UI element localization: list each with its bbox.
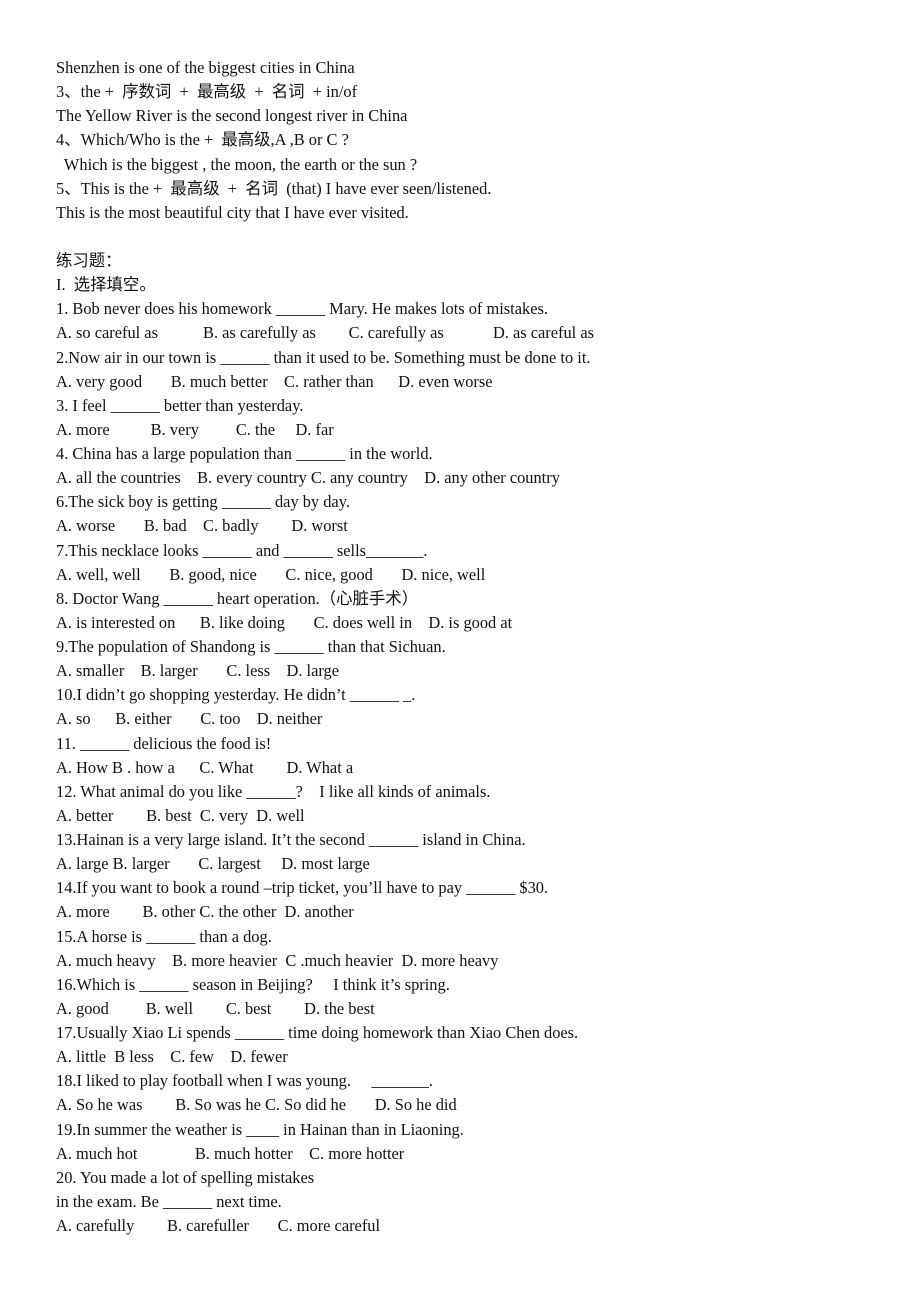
text-line: 14.If you want to book a round –trip tic… xyxy=(56,878,549,898)
text-line: 13.Hainan is a very large island. It’t t… xyxy=(56,830,526,849)
text-line: 18.I liked to play football when I was y… xyxy=(56,1071,433,1091)
text-line: A. all the countries B. every country C.… xyxy=(56,468,560,488)
text-line: A. very good B. much better C. rather th… xyxy=(56,371,493,391)
text-line: A. so careful as B. as carefully as C. c… xyxy=(56,323,594,343)
text-line: 3. I feel ______ better than yesterday. xyxy=(56,395,304,415)
text-line: Shenzhen is one of the biggest cities in… xyxy=(56,58,355,77)
text-line: 16.Which is ______ season in Beijing? I … xyxy=(56,974,450,994)
text-line: 4. China has a large population than ___… xyxy=(56,444,433,463)
text-line: 4、Which/Who is the + 最高级,A ,B or C ? xyxy=(56,130,349,150)
text-line: 练习题： xyxy=(56,251,122,270)
text-line: 1. Bob never does his homework ______ Ma… xyxy=(56,299,548,319)
text-line: A. large B. larger C. largest D. most la… xyxy=(56,854,370,874)
text-line: 11. ______ delicious the food is! xyxy=(56,733,272,753)
text-line: in the exam. Be ______ next time. xyxy=(56,1191,282,1211)
text-line: 2.Now air in our town is ______ than it … xyxy=(56,347,591,367)
text-line: A. more B. other C. the other D. another xyxy=(56,902,354,922)
text-line: A. so B. either C. too D. neither xyxy=(56,709,323,729)
text-line: 8. Doctor Wang ______ heart operation.（心… xyxy=(56,588,419,608)
text-line: 6.The sick boy is getting ______ day by … xyxy=(56,492,350,512)
text-line: A. is interested on B. like doing C. doe… xyxy=(56,612,513,632)
text-line: 19.In summer the weather is ____ in Hain… xyxy=(56,1119,464,1139)
text-line: A. So he was B. So was he C. So did he D… xyxy=(56,1095,457,1115)
document-page: Shenzhen is one of the biggest cities in… xyxy=(56,56,594,1238)
text-line: A. good B. well C. best D. the best xyxy=(56,998,375,1018)
text-line: 5、This is the + 最高级 + 名词 (that) I have e… xyxy=(56,178,492,198)
text-line: I. 选择填空。 xyxy=(56,275,156,295)
text-line: 15.A horse is ______ than a dog. xyxy=(56,926,272,946)
text-line: A. well, well B. good, nice C. nice, goo… xyxy=(56,564,486,584)
text-line: The Yellow River is the second longest r… xyxy=(56,106,408,126)
text-line: A. little B less C. few D. fewer xyxy=(56,1047,288,1067)
text-line: 9.The population of Shandong is ______ t… xyxy=(56,637,446,656)
text-line: A. worse B. bad C. badly D. worst xyxy=(56,516,348,536)
text-line: 17.Usually Xiao Li spends ______ time do… xyxy=(56,1023,579,1042)
text-line: 12. What animal do you like ______? I li… xyxy=(56,781,491,801)
text-line: A. carefully B. carefuller C. more caref… xyxy=(56,1216,381,1235)
text-line: 3、the + 序数词 + 最高级 + 名词 + in/of xyxy=(56,82,358,102)
text-line: Which is the biggest , the moon, the ear… xyxy=(56,154,418,174)
text-line: 7.This necklace looks ______ and ______ … xyxy=(56,540,428,560)
text-line: A. How B . how a C. What D. What a xyxy=(56,757,354,777)
text-line: A. much heavy B. more heavier C .much he… xyxy=(56,950,499,970)
text-line: 20. You made a lot of spelling mistakes xyxy=(56,1167,315,1187)
text-line: This is the most beautiful city that I h… xyxy=(56,202,409,222)
text-line: A. much hot B. much hotter C. more hotte… xyxy=(56,1143,405,1163)
text-line: A. more B. very C. the D. far xyxy=(56,419,334,439)
text-line: A. smaller B. larger C. less D. large xyxy=(56,661,339,681)
text-line: 10.I didn’t go shopping yesterday. He di… xyxy=(56,685,416,705)
text-line: A. better B. best C. very D. well xyxy=(56,805,305,825)
